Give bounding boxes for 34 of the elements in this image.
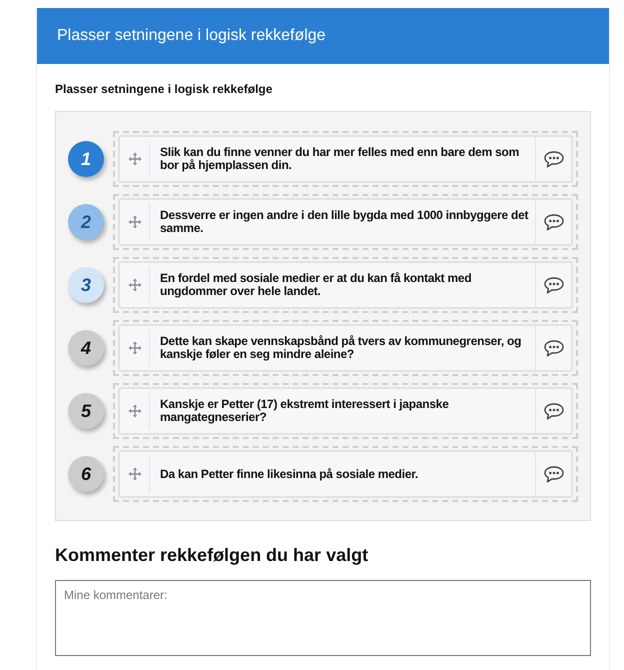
sentence-card[interactable]: Da kan Petter finne likesinna på sosiale medier. bbox=[118, 450, 573, 498]
step-number: 1 bbox=[68, 141, 104, 177]
step-number: 5 bbox=[68, 393, 104, 429]
speech-bubble-icon bbox=[544, 276, 564, 294]
sentence-text: En fordel med sosiale medier er at du kan få kontakt med ungdommer over hele landet. bbox=[159, 272, 472, 298]
step-number: 2 bbox=[68, 204, 104, 240]
task-instruction: Plasser setningene i logisk rekkefølge bbox=[55, 82, 274, 97]
sentence-text: Kanskje er Petter (17) ekstremt interessert i japanske mangategneserier? bbox=[159, 398, 450, 424]
speech-bubble-icon bbox=[544, 466, 564, 482]
speech-bubble-icon bbox=[544, 340, 564, 356]
sentence-card[interactable]: Dette kan skape vennskapsbånd på tvers av kommunegrenser, og kanskje føler en seg mindre aleine? bbox=[118, 324, 573, 372]
sentence-card[interactable]: Dessverre er ingen andre i den lille bygda med 1000 innbyggere det samme. bbox=[118, 198, 573, 246]
speech-bubble-icon bbox=[544, 214, 564, 230]
move-icon bbox=[128, 278, 142, 292]
step-number: 4 bbox=[68, 330, 104, 366]
speech-bubble-icon bbox=[544, 150, 564, 168]
sentence-text: Slik kan du finne venner du har mer felles med enn bare dem som bor på hjemplassen din. bbox=[159, 146, 520, 172]
page-title: Plasser setningene i logisk rekkefølge bbox=[57, 27, 326, 45]
comment-heading: Kommenter rekkefølgen du har valgt bbox=[55, 544, 370, 566]
sentence-text: Dette kan skape vennskapsbånd på tvers av kommunegrenser, og kanskje føler en seg mindre aleine? bbox=[159, 335, 522, 361]
move-icon bbox=[128, 215, 142, 229]
comment-field[interactable]: Mine kommentarer: bbox=[55, 580, 591, 656]
step-number: 6 bbox=[68, 456, 104, 492]
sentence-card[interactable]: Slik kan du finne venner du har mer felles med enn bare dem som bor på hjemplassen din. bbox=[118, 135, 573, 183]
speech-bubble-icon bbox=[544, 402, 564, 420]
move-icon bbox=[128, 404, 142, 418]
move-icon bbox=[128, 152, 142, 166]
sentence-card[interactable]: En fordel med sosiale medier er at du kan få kontakt med ungdommer over hele landet. bbox=[118, 261, 573, 309]
sentence-card[interactable]: Kanskje er Petter (17) ekstremt interessert i japanske mangategneserier? bbox=[118, 387, 573, 435]
move-icon bbox=[128, 341, 142, 355]
step-number: 3 bbox=[68, 267, 104, 303]
sentence-text: Da kan Petter finne likesinna på sosiale medier. bbox=[159, 468, 420, 480]
move-icon bbox=[128, 467, 142, 481]
sentence-text: Dessverre er ingen andre i den lille bygda med 1000 innbyggere det samme. bbox=[159, 209, 530, 235]
